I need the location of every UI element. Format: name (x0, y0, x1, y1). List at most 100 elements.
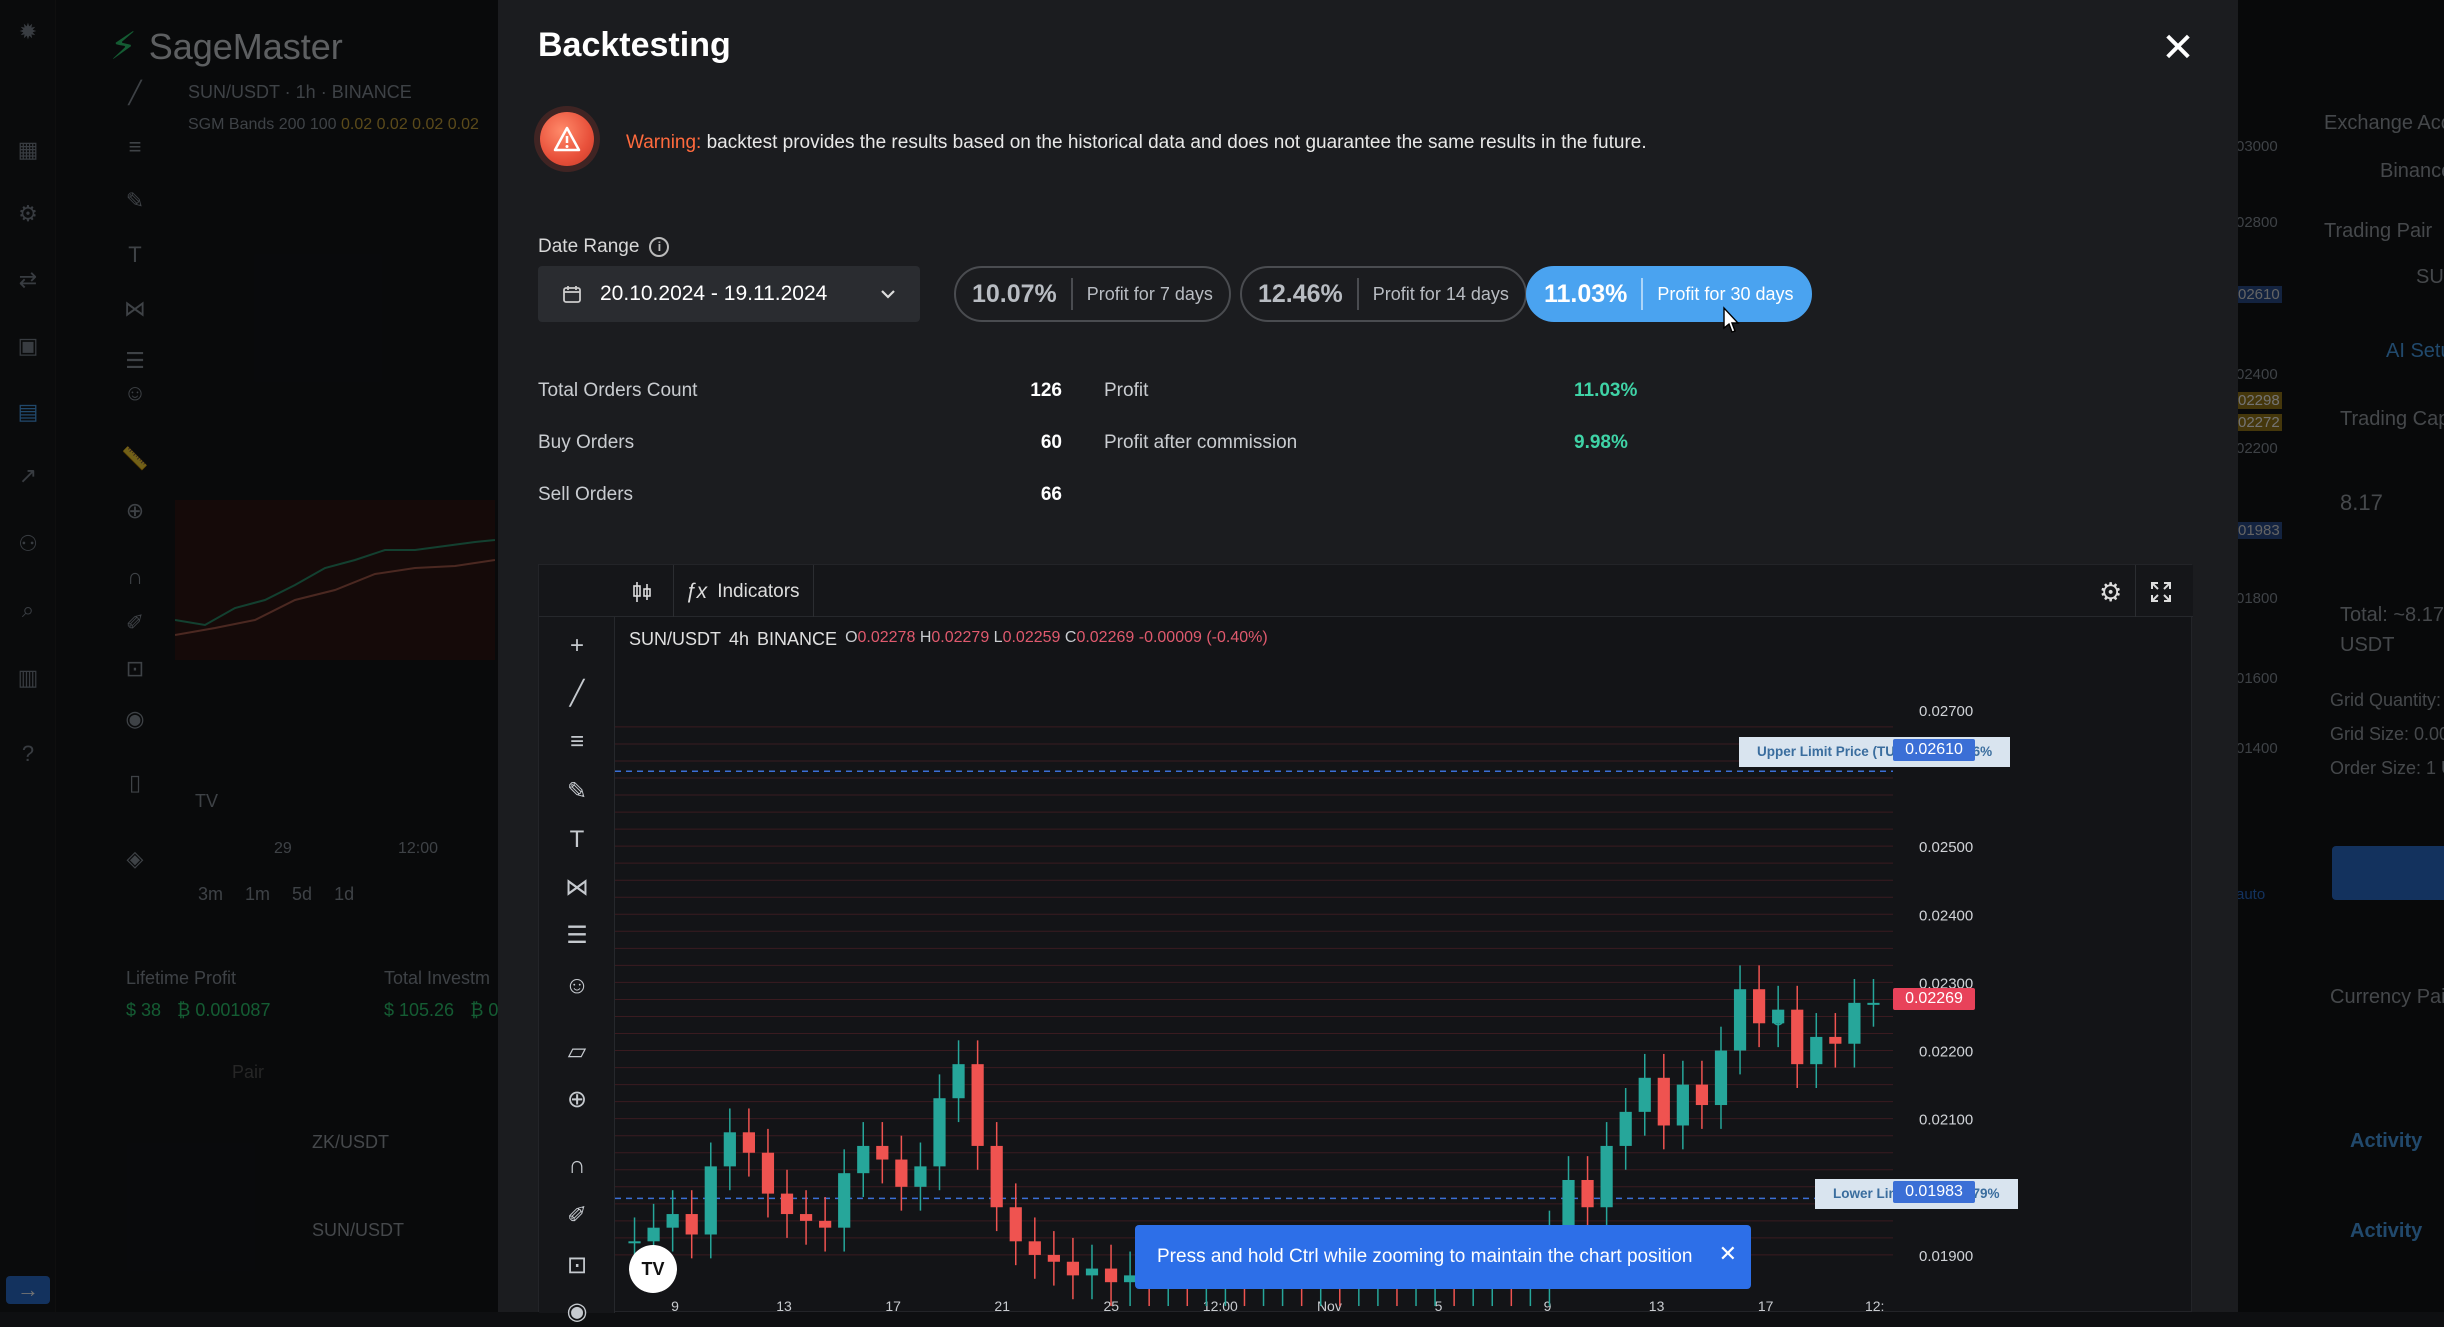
layers-icon[interactable]: ◈ (120, 846, 150, 876)
time-3m[interactable]: 3m (198, 884, 223, 905)
right-action-button[interactable] (2332, 846, 2444, 900)
time-1d[interactable]: 1d (334, 884, 354, 905)
chart-drawing-tools: + ╱ ≡ ✎ T ⋈ ☰ ☺ ▱ ⊕ ∩ ✐ ⊡ ◉ (539, 617, 615, 1325)
expand-icon[interactable]: → (6, 1276, 50, 1304)
brand-logo: ⚡ SageMaster (110, 24, 343, 69)
toast-close-icon[interactable]: ✕ (1719, 1241, 1737, 1267)
activity-link-2[interactable]: Activity (2350, 1220, 2422, 1243)
bot-icon[interactable]: ⚙ (14, 200, 42, 228)
profit-30-days-pill[interactable]: 11.03% Profit for 30 days (1526, 266, 1812, 322)
pattern-icon[interactable]: ⋈ (120, 296, 150, 326)
fib-icon[interactable]: ☰ (562, 921, 592, 951)
y-tick-label: 0.02400 (1919, 907, 1973, 924)
lock-drawings-icon[interactable]: ✐ (562, 1201, 592, 1231)
pair-sun[interactable]: SUN/USDT (312, 1220, 404, 1241)
magnet-icon[interactable]: ∩ (562, 1151, 592, 1181)
settings-icon[interactable]: ✹ (14, 18, 42, 46)
candle-body (876, 1145, 889, 1160)
zoom-in-icon[interactable]: ⊕ (562, 1085, 592, 1115)
total-cap: Total: ~8.17 (2340, 604, 2444, 626)
fullscreen-icon[interactable] (2149, 575, 2173, 609)
date-range-select[interactable]: 20.10.2024 - 19.11.2024 (538, 266, 920, 322)
x-tick-label: 12: (1865, 1298, 1884, 1313)
search-icon[interactable]: ⌕ (14, 596, 42, 624)
candle-body (799, 1214, 813, 1221)
ai-setup-tab[interactable]: AI Setu (2386, 340, 2444, 363)
bg-price-chart: TV (175, 500, 495, 811)
calendar-icon[interactable]: ▣ (14, 332, 42, 360)
lock-icon[interactable]: ⊡ (562, 1251, 592, 1281)
mouse-cursor-icon (1723, 306, 1740, 333)
lock-icon[interactable]: ⊡ (120, 656, 150, 686)
info-icon[interactable]: i (649, 237, 670, 257)
candles-icon[interactable] (631, 575, 653, 609)
crosshair-icon[interactable]: + (562, 631, 592, 661)
warning-icon (540, 112, 594, 166)
fib-icon[interactable]: ☰ (120, 348, 150, 378)
horizontal-lines-icon[interactable]: ≡ (562, 727, 592, 757)
candle-body (933, 1098, 946, 1167)
ruler-icon[interactable]: ▱ (562, 1037, 592, 1067)
candle-body (1009, 1207, 1022, 1242)
pill-14-label: Profit for 14 days (1372, 283, 1509, 304)
gear-icon[interactable]: ⚙ (2099, 575, 2122, 609)
pair-short[interactable]: SU (2416, 266, 2444, 289)
close-button[interactable]: ✕ (2158, 28, 2198, 68)
briefcase-icon[interactable]: ▥ (14, 664, 42, 692)
time-1m[interactable]: 1m (245, 884, 270, 905)
candle-body (1028, 1241, 1041, 1255)
candle-body (990, 1145, 1003, 1208)
emoji-icon[interactable]: ☺ (120, 380, 150, 410)
emoji-icon[interactable]: ☺ (562, 971, 592, 1001)
indicators-label: Indicators (717, 581, 800, 602)
users-icon[interactable]: ⚇ (14, 530, 42, 558)
pair-zk[interactable]: ZK/USDT (312, 1132, 389, 1153)
time-5d[interactable]: 5d (292, 884, 312, 905)
trash-icon[interactable]: ▯ (120, 770, 150, 800)
activity-link-1[interactable]: Activity (2350, 1130, 2422, 1153)
candle-body (1104, 1268, 1118, 1283)
ruler-icon[interactable]: 📏 (120, 446, 150, 476)
dashboard-icon[interactable]: ▦ (14, 136, 42, 164)
bg-auto[interactable]: auto (2236, 886, 2265, 903)
eye-icon[interactable]: ◉ (120, 706, 150, 736)
pattern-icon[interactable]: ⋈ (562, 873, 592, 903)
grid-icon[interactable]: ▤ (14, 398, 42, 426)
upper-price-tag: 0.02610 (1893, 739, 1975, 761)
trend-line-icon[interactable]: ╱ (562, 679, 592, 709)
pill-14-pct: 12.46% (1242, 278, 1359, 310)
brush-icon[interactable]: ✎ (562, 777, 592, 807)
grid-size: Grid Size: 0.00 (2330, 724, 2444, 744)
brush-icon[interactable]: ✎ (120, 188, 150, 218)
cap-value[interactable]: 8.17 (2340, 490, 2383, 516)
text-icon[interactable]: T (562, 825, 592, 855)
eye-icon[interactable]: ◉ (562, 1297, 592, 1327)
trend-icon[interactable]: ↗ (14, 462, 42, 490)
candle-body (628, 1241, 641, 1244)
candle-body (1848, 1002, 1861, 1044)
sell-orders-value: 66 (1040, 484, 1062, 505)
bg-price-0: 03000 (2236, 138, 2278, 155)
profit-14-days-pill[interactable]: 12.46% Profit for 14 days (1240, 266, 1527, 322)
text-icon[interactable]: T (120, 242, 150, 272)
candle-body (723, 1132, 736, 1167)
total-invest-label: Total Investm (384, 968, 491, 988)
exchange-icon[interactable]: ⇄ (14, 266, 42, 294)
buy-orders-value: 60 (1040, 432, 1062, 453)
help-icon[interactable]: ? (14, 740, 42, 768)
pill-7-pct: 10.07% (956, 278, 1073, 310)
candle-body (914, 1166, 927, 1187)
zoom-icon[interactable]: ⊕ (120, 498, 150, 528)
y-tick-label: 0.02200 (1919, 1044, 1973, 1061)
total-orders-value: 126 (1030, 380, 1062, 401)
lock-pencil-icon[interactable]: ✐ (120, 610, 150, 640)
profit-7-days-pill[interactable]: 10.07% Profit for 7 days (954, 266, 1231, 322)
x-tick-label: 13 (776, 1298, 792, 1313)
lines-icon[interactable]: ≡ (120, 134, 150, 164)
candle-body (952, 1064, 965, 1099)
trend-line-icon[interactable]: ╱ (120, 80, 150, 110)
binance-label[interactable]: Binance (2380, 160, 2444, 183)
magnet-icon[interactable]: ∩ (120, 564, 150, 594)
indicators-button[interactable]: ƒx Indicators (685, 575, 800, 609)
calendar-icon (563, 286, 581, 303)
